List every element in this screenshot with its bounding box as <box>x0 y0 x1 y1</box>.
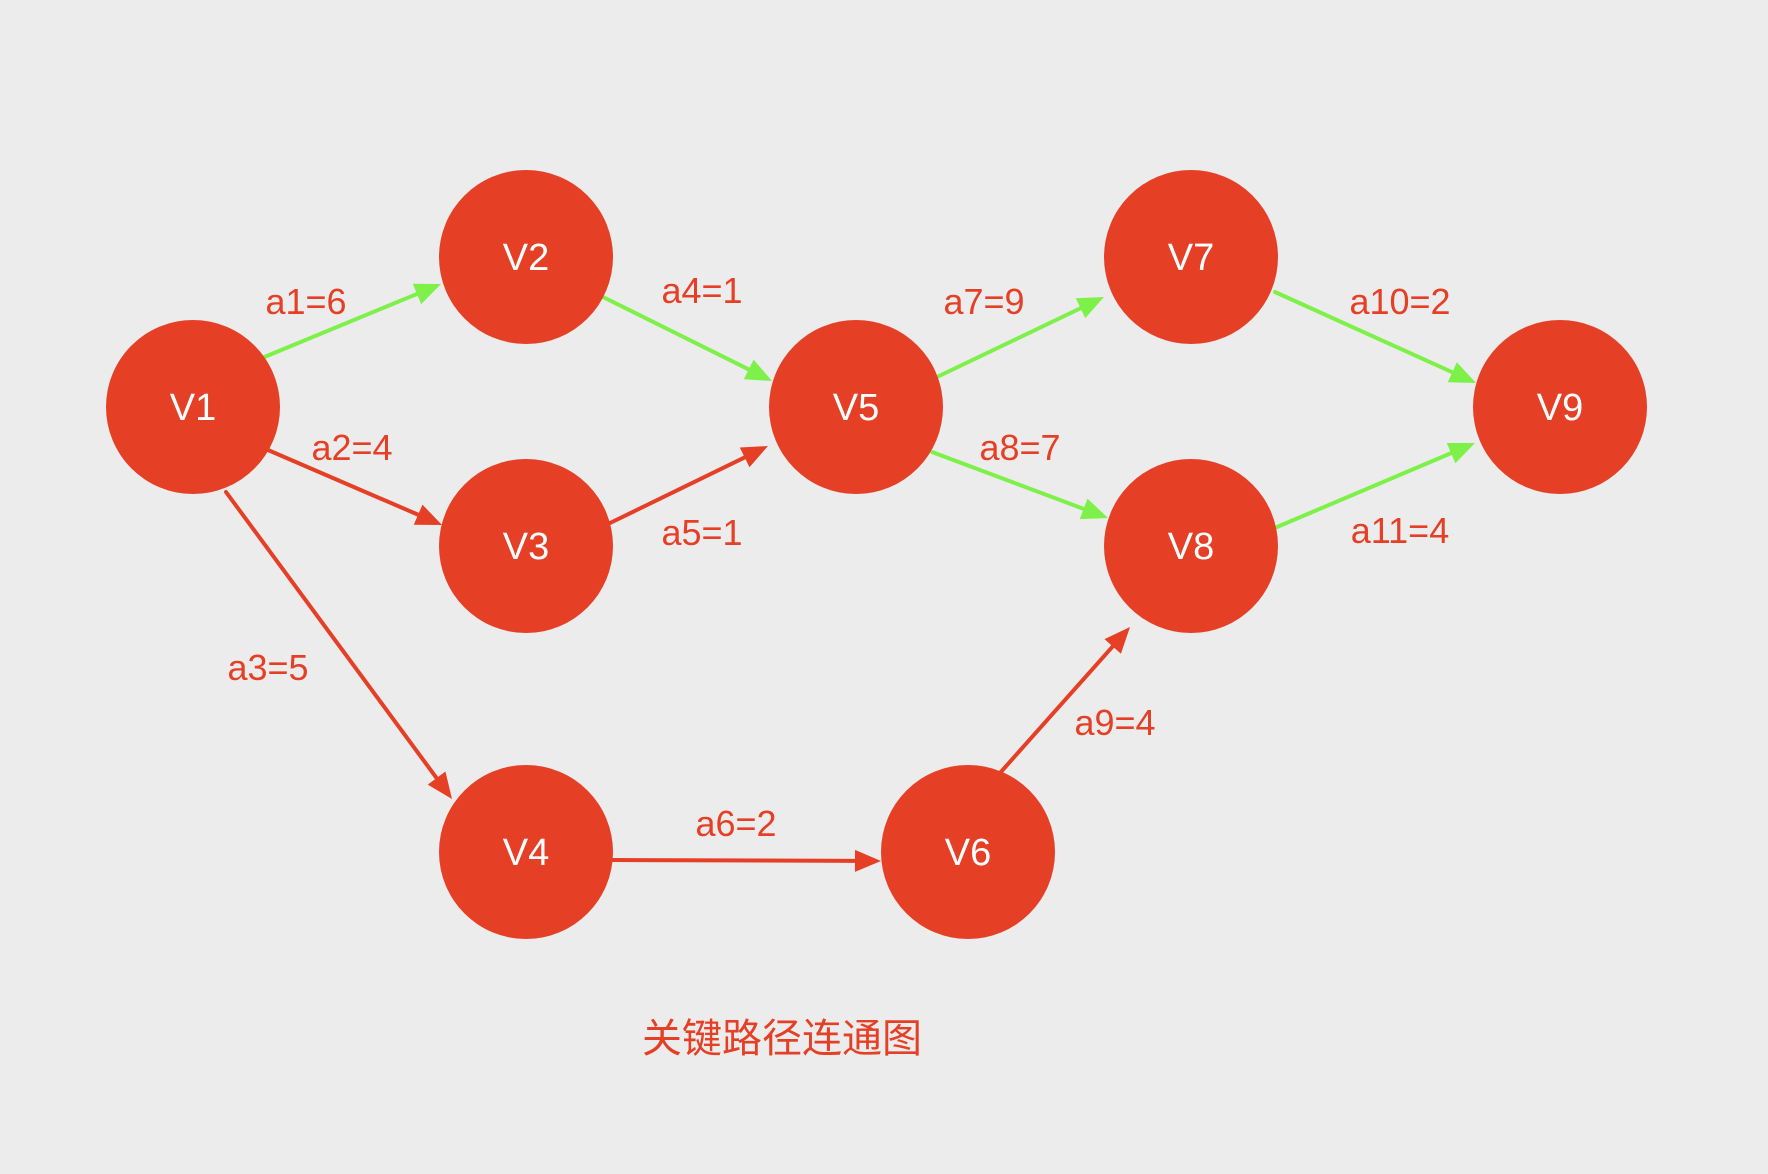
node-v9: V9 <box>1473 320 1647 494</box>
edge-label-a9: a9=4 <box>1074 702 1155 743</box>
node-label-v4: V4 <box>503 832 549 874</box>
arrowhead-a3 <box>427 771 452 799</box>
arrowhead-a6 <box>854 849 881 872</box>
node-label-v8: V8 <box>1168 526 1214 568</box>
edge-a9 <box>998 627 1130 775</box>
node-label-v1: V1 <box>170 387 216 429</box>
node-v5: V5 <box>769 320 943 494</box>
node-v4: V4 <box>439 765 613 939</box>
node-v2: V2 <box>439 170 613 344</box>
node-label-v6: V6 <box>945 832 991 874</box>
edge-a3 <box>224 490 452 799</box>
node-label-v9: V9 <box>1537 387 1583 429</box>
edge-label-a7: a7=9 <box>943 281 1024 322</box>
node-label-v5: V5 <box>833 387 879 429</box>
node-v8: V8 <box>1104 459 1278 633</box>
edge-label-a4: a4=1 <box>661 270 742 311</box>
node-label-v7: V7 <box>1168 237 1214 279</box>
arrowhead-a8 <box>1079 498 1108 520</box>
edge-a6 <box>611 849 881 872</box>
edge-line-a3 <box>224 490 440 782</box>
edge-label-a5: a5=1 <box>661 512 742 553</box>
edge-label-a6: a6=2 <box>695 803 776 844</box>
diagram-canvas: V1 V2 V3 V4 V5 V6 V7 V8 V9 a1=6 a2=4 a3=5 a4=1 a5=1 a… <box>0 0 1768 1174</box>
node-v3: V3 <box>439 459 613 633</box>
node-label-v2: V2 <box>503 237 549 279</box>
node-v7: V7 <box>1104 170 1278 344</box>
edge-label-a3: a3=5 <box>227 647 308 688</box>
node-label-v3: V3 <box>503 526 549 568</box>
edge-label-a8: a8=7 <box>979 427 1060 468</box>
edge-label-a10: a10=2 <box>1349 281 1450 322</box>
node-v1: V1 <box>106 320 280 494</box>
arrowhead-a1 <box>412 283 441 305</box>
diagram-caption: 关键路径连通图 <box>642 1016 922 1062</box>
node-v6: V6 <box>881 765 1055 939</box>
edge-label-a11: a11=4 <box>1351 510 1449 551</box>
critical-path-graph: V1 V2 V3 V4 V5 V6 V7 V8 V9 a1=6 a2=4 a3=5 a4=1 a5=1 a… <box>106 170 1647 1062</box>
edge-label-a2: a2=4 <box>311 427 392 468</box>
edge-line-a6 <box>611 858 860 863</box>
edge-label-a1: a1=6 <box>265 281 346 322</box>
